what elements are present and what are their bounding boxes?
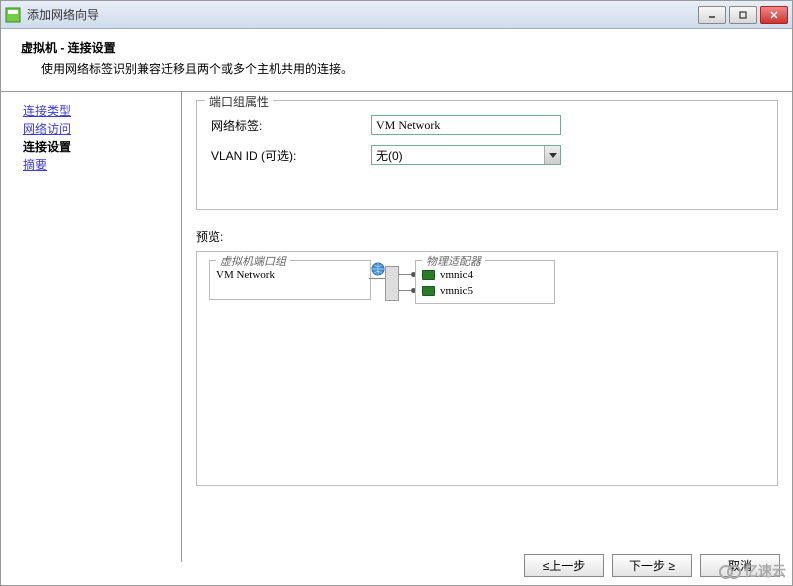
page-title: 虚拟机 - 连接设置 [21, 39, 772, 56]
step-connection-type[interactable]: 连接类型 [23, 102, 171, 120]
wizard-header: 虚拟机 - 连接设置 使用网络标签识别兼容迁移且两个或多个主机共用的连接。 [1, 29, 792, 92]
chevron-down-icon [544, 146, 560, 164]
cancel-button[interactable]: 取消 [700, 554, 780, 577]
nic-icon [422, 286, 435, 296]
step-network-access[interactable]: 网络访问 [23, 120, 171, 138]
next-button[interactable]: 下一步 ≥ [612, 554, 692, 577]
network-label-row: 网络标签: [211, 115, 763, 135]
nic-name: vmnic5 [440, 285, 473, 297]
vm-port-group-value: VM Network [216, 269, 364, 281]
nic-row: vmnic5 [422, 283, 548, 299]
step-summary[interactable]: 摘要 [23, 156, 171, 174]
nic-icon [422, 270, 435, 280]
port-group-legend: 端口组属性 [205, 93, 273, 110]
preview-label: 预览: [196, 228, 778, 245]
vlan-select[interactable]: 无(0) [371, 145, 561, 165]
window-title: 添加网络向导 [27, 6, 698, 23]
wizard-footer: ≤上一步 下一步 ≥ 取消 [524, 554, 780, 577]
step-connection-settings[interactable]: 连接设置 [23, 138, 171, 156]
app-icon [5, 7, 21, 23]
port-group-fieldset: 端口组属性 网络标签: VLAN ID (可选): 无(0) [196, 100, 778, 210]
maximize-button[interactable] [729, 6, 757, 24]
nic-row: vmnic4 [422, 267, 548, 283]
vm-port-group-title: 虚拟机端口组 [216, 253, 290, 269]
main-panel: 端口组属性 网络标签: VLAN ID (可选): 无(0) 预览: [181, 92, 792, 562]
close-button[interactable] [760, 6, 788, 24]
minimize-icon [707, 10, 717, 20]
titlebar: 添加网络向导 [1, 1, 792, 29]
minimize-button[interactable] [698, 6, 726, 24]
preview-box: 虚拟机端口组 VM Network 物理适配器 vmni [196, 251, 778, 486]
window-controls [698, 6, 788, 24]
vswitch-icon [385, 266, 399, 301]
network-label-input[interactable] [371, 115, 561, 135]
close-icon [769, 10, 779, 20]
page-description: 使用网络标签识别兼容迁移且两个或多个主机共用的连接。 [41, 60, 772, 77]
network-label-text: 网络标签: [211, 117, 371, 134]
wizard-window: 添加网络向导 虚拟机 - 连接设置 使用网络标签识别兼容迁移且两个或多个主机共用… [0, 0, 793, 586]
vlan-select-value: 无(0) [372, 147, 544, 164]
physical-adapter-title: 物理适配器 [422, 253, 485, 269]
wizard-body: 连接类型 网络访问 连接设置 摘要 端口组属性 网络标签: VLAN ID (可… [1, 92, 792, 562]
physical-adapter-box: 物理适配器 vmnic4 vmnic5 [415, 260, 555, 304]
vm-port-group-box: 虚拟机端口组 VM Network [209, 260, 371, 300]
vlan-row: VLAN ID (可选): 无(0) [211, 145, 763, 165]
vlan-label-text: VLAN ID (可选): [211, 147, 371, 164]
globe-icon [371, 262, 385, 276]
back-button[interactable]: ≤上一步 [524, 554, 604, 577]
connector-line [369, 278, 385, 279]
nic-name: vmnic4 [440, 269, 473, 281]
maximize-icon [738, 10, 748, 20]
wizard-steps-sidebar: 连接类型 网络访问 连接设置 摘要 [1, 92, 181, 562]
